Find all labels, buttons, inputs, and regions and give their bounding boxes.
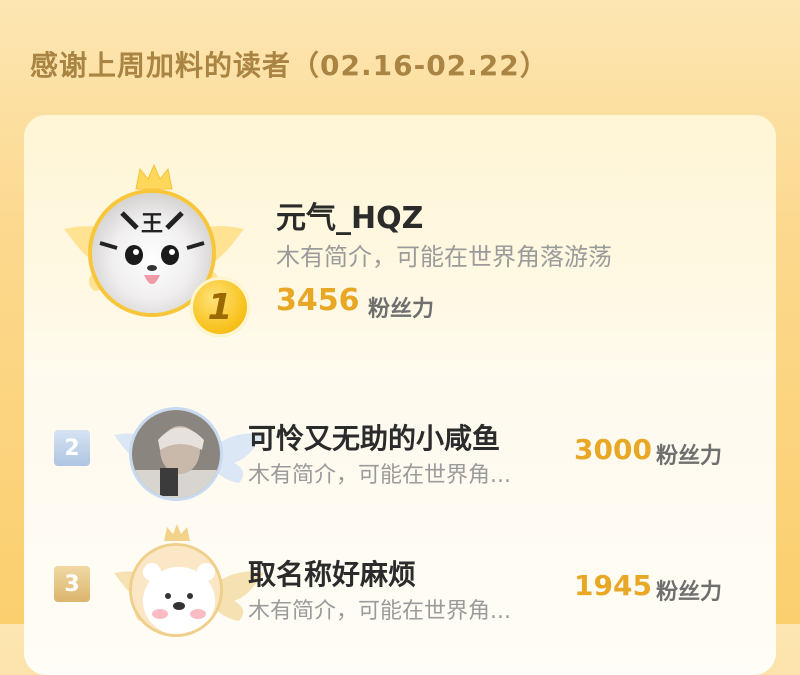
- reader-score-unit: 粉丝力: [656, 444, 723, 469]
- winner-section[interactable]: 王 1 元气_HQZ 木有简介，可能在世界角落游荡 3456 粉丝力: [24, 115, 776, 375]
- leaderboard-row[interactable]: 2 可怜又无助的小咸鱼 木有简介，可能在世界角... 3000 粉丝力: [24, 383, 776, 523]
- leaderboard-card: 王 1 元气_HQZ 木有简介，可能在世界角落游荡 3456 粉丝力 2 可怜又…: [24, 115, 776, 675]
- rank-badge: 2: [54, 430, 90, 466]
- svg-text:王: 王: [141, 212, 163, 237]
- winner-avatar-group[interactable]: 王 1: [64, 163, 250, 337]
- winner-score-unit: 粉丝力: [368, 297, 435, 322]
- reader-name[interactable]: 可怜又无助的小咸鱼: [248, 417, 500, 457]
- page-title: 感谢上周加料的读者（02.16-02.22）: [30, 49, 549, 82]
- rank-badge: 3: [54, 566, 90, 602]
- reader-score-unit: 粉丝力: [656, 580, 723, 605]
- rank-one-coin: 1: [190, 277, 250, 337]
- winner-score: 3456: [276, 283, 360, 318]
- reader-bio: 木有简介，可能在世界角...: [248, 599, 511, 624]
- reader-name[interactable]: 取名称好麻烦: [248, 553, 416, 593]
- reader-bio: 木有简介，可能在世界角...: [248, 463, 511, 488]
- crown-icon: [164, 524, 190, 541]
- leaderboard-row[interactable]: 3 取名称好麻烦 木有简介，可能在世界角... 1945 粉丝力: [24, 523, 776, 663]
- winner-bio: 木有简介，可能在世界角落游荡: [276, 243, 612, 271]
- reader-score: 3000: [574, 433, 652, 466]
- avatar[interactable]: [129, 407, 223, 501]
- reader-score: 1945: [574, 569, 652, 602]
- winner-name[interactable]: 元气_HQZ: [276, 193, 423, 237]
- avatar[interactable]: [129, 543, 223, 637]
